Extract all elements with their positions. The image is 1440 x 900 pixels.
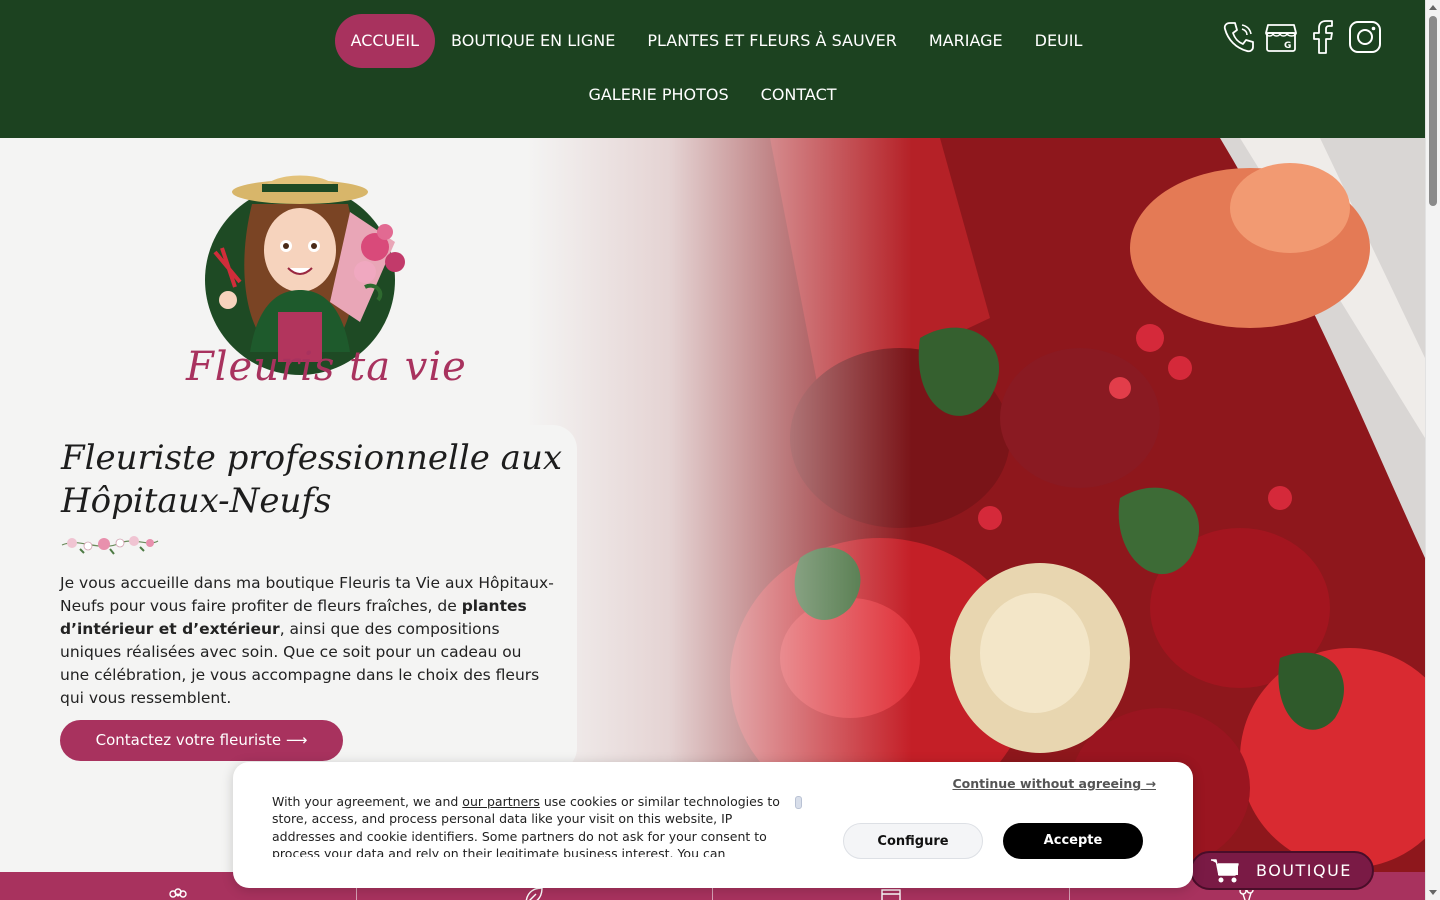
nav-boutique-en-ligne[interactable]: BOUTIQUE EN LIGNE [435,14,631,68]
nav-contact[interactable]: CONTACT [745,68,853,122]
facebook-icon[interactable] [1305,18,1341,56]
boutique-button-label: BOUTIQUE [1256,861,1352,880]
phone-icon[interactable] [1221,18,1257,56]
cookie-text-scrollbar[interactable] [795,796,802,809]
cookie-consent-banner: With your agreement, we and our partners… [233,762,1193,888]
contact-florist-button[interactable]: Contactez votre fleuriste ⟶ [60,720,343,761]
accept-button[interactable]: Accepte [1003,823,1143,859]
cart-icon [1211,858,1239,882]
main-nav-row-2: GALERIE PHOTOS CONTACT [0,68,1425,122]
main-nav-row-1: ACCUEIL BOUTIQUE EN LIGNE PLANTES ET FLE… [0,14,1425,68]
flower-garland-decoration [61,536,159,555]
cookie-consent-text[interactable]: With your agreement, we and our partners… [272,793,792,857]
nav-accueil[interactable]: ACCUEIL [334,14,436,68]
scrollbar-thumb[interactable] [1429,16,1437,206]
cookie-text-intro: With your agreement, we and [272,794,463,809]
intro-card: Fleuriste professionnelle aux Hôpitaux-N… [34,425,577,772]
nav-galerie-photos[interactable]: GALERIE PHOTOS [572,68,744,122]
flower-icon [169,888,187,898]
google-business-icon[interactable]: G [1263,18,1299,56]
boutique-floating-button[interactable]: BOUTIQUE [1190,851,1374,890]
hero-description: Je vous accueille dans ma boutique Fleur… [60,572,555,710]
configure-button[interactable]: Configure [843,823,983,859]
nav-deuil[interactable]: DEUIL [1019,14,1099,68]
our-partners-link[interactable]: our partners [462,794,540,809]
svg-text:G: G [1284,41,1291,51]
scroll-up-icon[interactable] [1429,5,1437,10]
nav-mariage[interactable]: MARIAGE [913,14,1019,68]
scroll-down-icon[interactable] [1429,890,1437,895]
continue-without-agreeing-link[interactable]: Continue without agreeing → [952,776,1156,791]
hero-title: Fleuriste professionnelle aux Hôpitaux-N… [61,438,563,521]
logo-wordmark: Fleuris ta vie [186,344,467,390]
nav-plantes-et-fleurs[interactable]: PLANTES ET FLEURS À SAUVER [631,14,913,68]
instagram-icon[interactable] [1347,18,1383,56]
site-header: ACCUEIL BOUTIQUE EN LIGNE PLANTES ET FLE… [0,0,1425,138]
social-links: G [1221,18,1383,56]
page-scrollbar[interactable] [1425,0,1440,900]
